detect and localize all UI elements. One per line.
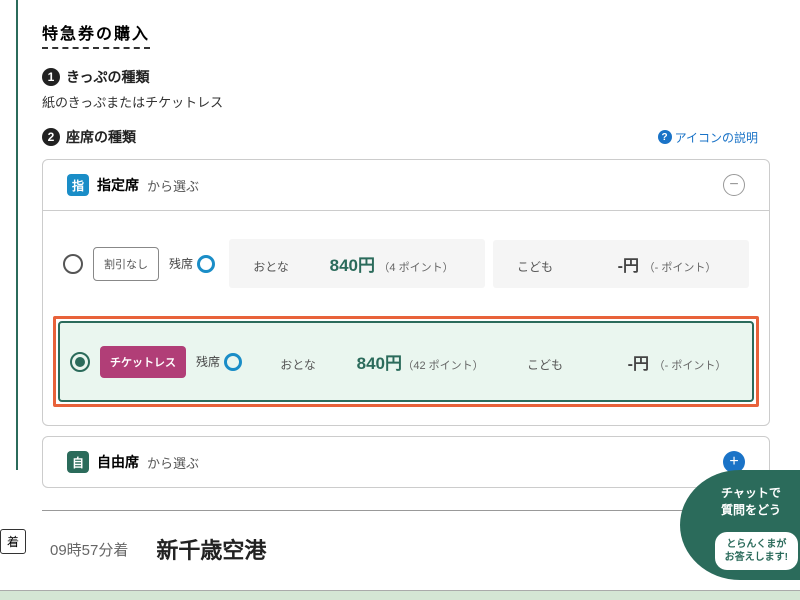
chat-line-1: チャットで <box>698 484 800 501</box>
adult-price: 840円 <box>332 349 402 374</box>
highlight-border: チケットレス 残席 おとな 840円 （42 ポイント） こども <box>53 316 759 407</box>
reserved-seat-sublabel: から選ぶ <box>147 176 199 195</box>
child-points: （- ポイント） <box>649 357 731 373</box>
child-points: （- ポイント） <box>639 259 721 275</box>
question-icon: ? <box>658 130 672 144</box>
reserved-seat-badge-icon: 指 <box>67 174 89 196</box>
free-seat-panel: 自 自由席 から選ぶ + <box>42 436 770 488</box>
page-title: 特急券の購入 <box>42 20 150 49</box>
chat-speech-bubble: とらんくまが お答えします! <box>715 532 798 570</box>
icon-help-label: アイコンの説明 <box>675 129 758 146</box>
reserved-seat-label: 指定席 <box>97 175 139 195</box>
chat-widget[interactable]: チャットで 質問をどう とらんくまが お答えします! <box>680 470 800 580</box>
child-price: -円 <box>579 350 649 374</box>
chat-line-2: 質問をどう <box>698 501 800 518</box>
remaining-seats: 残席 <box>196 353 242 371</box>
step-1: 1 きっぷの種類 紙のきっぷまたはチケットレス <box>42 67 770 111</box>
radio-unchecked[interactable] <box>63 254 83 274</box>
minus-icon: − <box>729 176 738 194</box>
arrival-row: 着 09時57分着 新千歳空港 <box>42 510 770 565</box>
fare-option-row-selected[interactable]: チケットレス 残席 おとな 840円 （42 ポイント） こども <box>58 321 754 402</box>
availability-circle-icon <box>224 353 242 371</box>
icon-help-link[interactable]: ? アイコンの説明 <box>658 129 758 146</box>
adult-label: おとな <box>237 258 305 275</box>
arrival-time: 09時57分着 <box>50 539 128 560</box>
child-label: こども <box>501 258 569 275</box>
availability-circle-icon <box>197 255 215 273</box>
adult-price: 840円 <box>305 251 375 276</box>
adult-label: おとな <box>264 356 332 373</box>
step-1-desc: 紙のきっぷまたはチケットレス <box>42 92 770 111</box>
arrival-badge: 着 <box>0 529 26 554</box>
fare-option-row[interactable]: 割引なし 残席 おとな 840円 （4 ポイント） こども -円 （- ポイント… <box>53 225 759 302</box>
child-price: -円 <box>569 252 639 276</box>
remaining-seats: 残席 <box>169 255 215 273</box>
adult-points: （4 ポイント） <box>375 259 457 275</box>
plus-icon: + <box>729 453 738 471</box>
timeline-line <box>16 0 18 470</box>
ticketless-tag: チケットレス <box>100 346 186 378</box>
step-1-number: 1 <box>42 68 60 86</box>
reserved-seat-panel-header[interactable]: 指 指定席 から選ぶ − <box>43 160 769 211</box>
chat-say-2: お答えします! <box>725 551 788 564</box>
collapse-button[interactable]: − <box>723 174 745 196</box>
child-label: こども <box>511 356 579 373</box>
free-seat-label: 自由席 <box>97 452 139 472</box>
no-discount-tag: 割引なし <box>93 247 159 281</box>
bottom-bar <box>0 590 800 600</box>
remain-label: 残席 <box>196 353 220 370</box>
free-seat-badge-icon: 自 <box>67 451 89 473</box>
reserved-seat-panel: 指 指定席 から選ぶ − 割引なし 残席 おとな 840円 <box>42 159 770 426</box>
arrival-station: 新千歳空港 <box>156 533 266 565</box>
free-seat-panel-header[interactable]: 自 自由席 から選ぶ + <box>43 437 769 487</box>
chat-say-1: とらんくまが <box>725 538 788 551</box>
step-2-number: 2 <box>42 128 60 146</box>
radio-checked[interactable] <box>70 352 90 372</box>
step-2-label: 座席の種類 <box>66 127 136 147</box>
free-seat-sublabel: から選ぶ <box>147 453 199 472</box>
remain-label: 残席 <box>169 255 193 272</box>
step-1-label: きっぷの種類 <box>66 67 149 87</box>
adult-points: （42 ポイント） <box>402 357 484 373</box>
step-2: 2 座席の種類 <box>42 127 136 147</box>
